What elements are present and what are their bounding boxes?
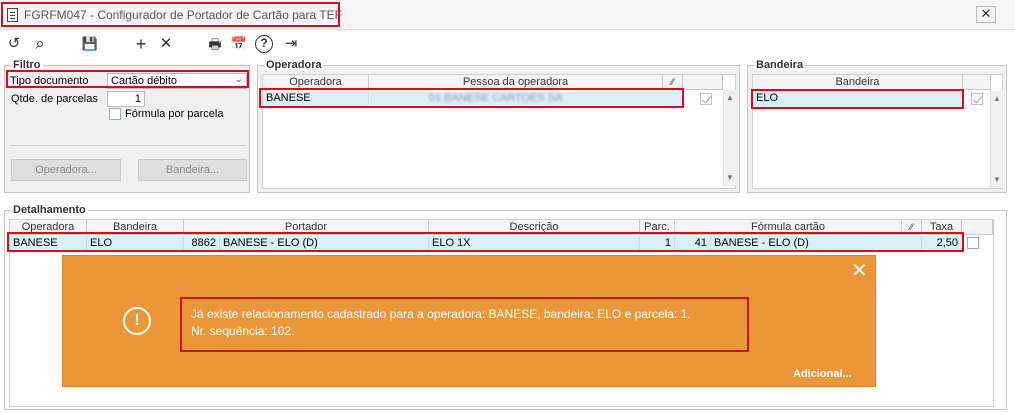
- scroll-up-icon[interactable]: ▲: [724, 92, 736, 104]
- det-formula-code-cell[interactable]: 41: [675, 236, 711, 252]
- bandeira-scrollbar[interactable]: ▲ ▼: [990, 91, 1003, 188]
- det-formula-cell[interactable]: BANESE - ELO (D): [711, 236, 922, 252]
- col-operadora: Operadora: [263, 75, 369, 90]
- bandeira-title: Bandeira: [754, 59, 806, 71]
- exit-icon[interactable]: ⇥: [281, 34, 301, 54]
- undo-icon[interactable]: ↺: [4, 34, 24, 54]
- tipo-documento-select[interactable]: Cartão débito ⌄: [107, 73, 247, 89]
- parcelas-input[interactable]: 1: [107, 91, 145, 107]
- chevron-down-icon: ⌄: [234, 74, 243, 85]
- document-icon: [7, 8, 18, 22]
- operadora-scrollbar[interactable]: ▲ ▼: [723, 90, 736, 186]
- col-check: [683, 75, 723, 90]
- det-row-checkbox[interactable]: [967, 237, 979, 249]
- det-descricao-cell[interactable]: ELO 1X: [429, 236, 640, 252]
- det-parc-cell[interactable]: 1: [640, 236, 675, 252]
- help-icon[interactable]: ?: [255, 35, 273, 53]
- add-icon[interactable]: +: [131, 34, 151, 54]
- operadora-cell[interactable]: BANESE: [263, 91, 369, 107]
- col-resize-icon: ⁄⁄: [902, 220, 922, 235]
- col-bandeira: Bandeira: [753, 75, 963, 90]
- col-check: [962, 220, 993, 235]
- filtro-title: Filtro: [11, 59, 43, 71]
- det-portador-cell[interactable]: BANESE - ELO (D): [220, 236, 429, 252]
- tipo-documento-value: Cartão débito: [111, 75, 178, 87]
- col-bandeira: Bandeira: [87, 220, 184, 235]
- message-line-2: Nr. sequência: 102.: [191, 324, 295, 338]
- col-resize-icon: ⁄⁄: [663, 75, 683, 90]
- operadora-title: Operadora: [264, 59, 324, 71]
- title-bar: FGRFM047 - Configurador de Portador de C…: [0, 0, 1015, 30]
- close-icon[interactable]: ✕: [851, 261, 868, 281]
- calendar-icon[interactable]: 📅: [229, 34, 249, 54]
- bandeira-button[interactable]: Bandeira...: [138, 159, 247, 181]
- scroll-down-icon[interactable]: ▼: [991, 174, 1003, 186]
- error-notification: ✕ ! Já existe relacionamento cadastrado …: [62, 255, 876, 387]
- bandeira-cell[interactable]: ELO: [753, 91, 963, 107]
- message-line-1: Já existe relacionamento cadastrado para…: [191, 307, 691, 321]
- det-taxa-cell[interactable]: 2,50: [922, 236, 962, 252]
- col-check: [963, 75, 991, 90]
- scroll-up-icon[interactable]: ▲: [991, 93, 1003, 105]
- divider: [10, 145, 246, 146]
- operadora-group: Operadora Operadora Pessoa da operadora …: [257, 59, 740, 193]
- tipo-documento-label: Tipo documento: [10, 75, 89, 87]
- formula-checkbox[interactable]: [109, 108, 121, 120]
- filtro-group: Filtro Tipo documento Cartão débito ⌄ Qt…: [4, 59, 250, 193]
- col-operadora: Operadora: [10, 220, 87, 235]
- additional-link[interactable]: Adicional...: [793, 368, 852, 380]
- col-descricao: Descrição: [429, 220, 640, 235]
- print-icon[interactable]: 🖶: [205, 34, 225, 54]
- operadora-button[interactable]: Operadora...: [11, 159, 121, 181]
- notification-message: Já existe relacionamento cadastrado para…: [191, 306, 751, 340]
- col-portador: Portador: [184, 220, 429, 235]
- detalhamento-title: Detalhamento: [11, 204, 88, 216]
- col-parc: Parc.: [640, 220, 675, 235]
- window-close-button[interactable]: ✕: [976, 6, 996, 23]
- toolbar: ↺ ⌕ 💾 + ✕ 🖶 📅 ? ⇥: [0, 31, 1015, 57]
- parcelas-label: Qtde. de parcelas: [11, 93, 98, 105]
- bandeira-row-checkbox[interactable]: [971, 93, 983, 105]
- formula-label: Fórmula por parcela: [125, 108, 224, 120]
- col-pessoa: Pessoa da operadora: [369, 75, 663, 90]
- save-icon[interactable]: 💾: [80, 34, 100, 54]
- bandeira-group: Bandeira Bandeira ELO ▲ ▼: [747, 59, 1007, 193]
- bandeira-grid: Bandeira ELO ▲ ▼: [752, 74, 1003, 189]
- exclamation-icon: !: [123, 307, 151, 335]
- search-icon[interactable]: ⌕: [30, 34, 50, 54]
- window-title: FGRFM047 - Configurador de Portador de C…: [24, 8, 342, 22]
- det-portador-code-cell[interactable]: 8862: [184, 236, 220, 252]
- delete-icon[interactable]: ✕: [156, 34, 176, 54]
- det-operadora-cell[interactable]: BANESE: [10, 236, 87, 252]
- scroll-down-icon[interactable]: ▼: [724, 172, 736, 184]
- col-taxa: Taxa: [922, 220, 962, 235]
- col-formula: Fórmula cartão: [675, 220, 902, 235]
- operadora-grid: Operadora Pessoa da operadora ⁄⁄ BANESE …: [262, 74, 736, 189]
- pessoa-cell[interactable]: 01 BANESE CARTOES SA: [369, 91, 683, 107]
- operadora-row-checkbox[interactable]: [700, 93, 712, 105]
- det-bandeira-cell[interactable]: ELO: [87, 236, 184, 252]
